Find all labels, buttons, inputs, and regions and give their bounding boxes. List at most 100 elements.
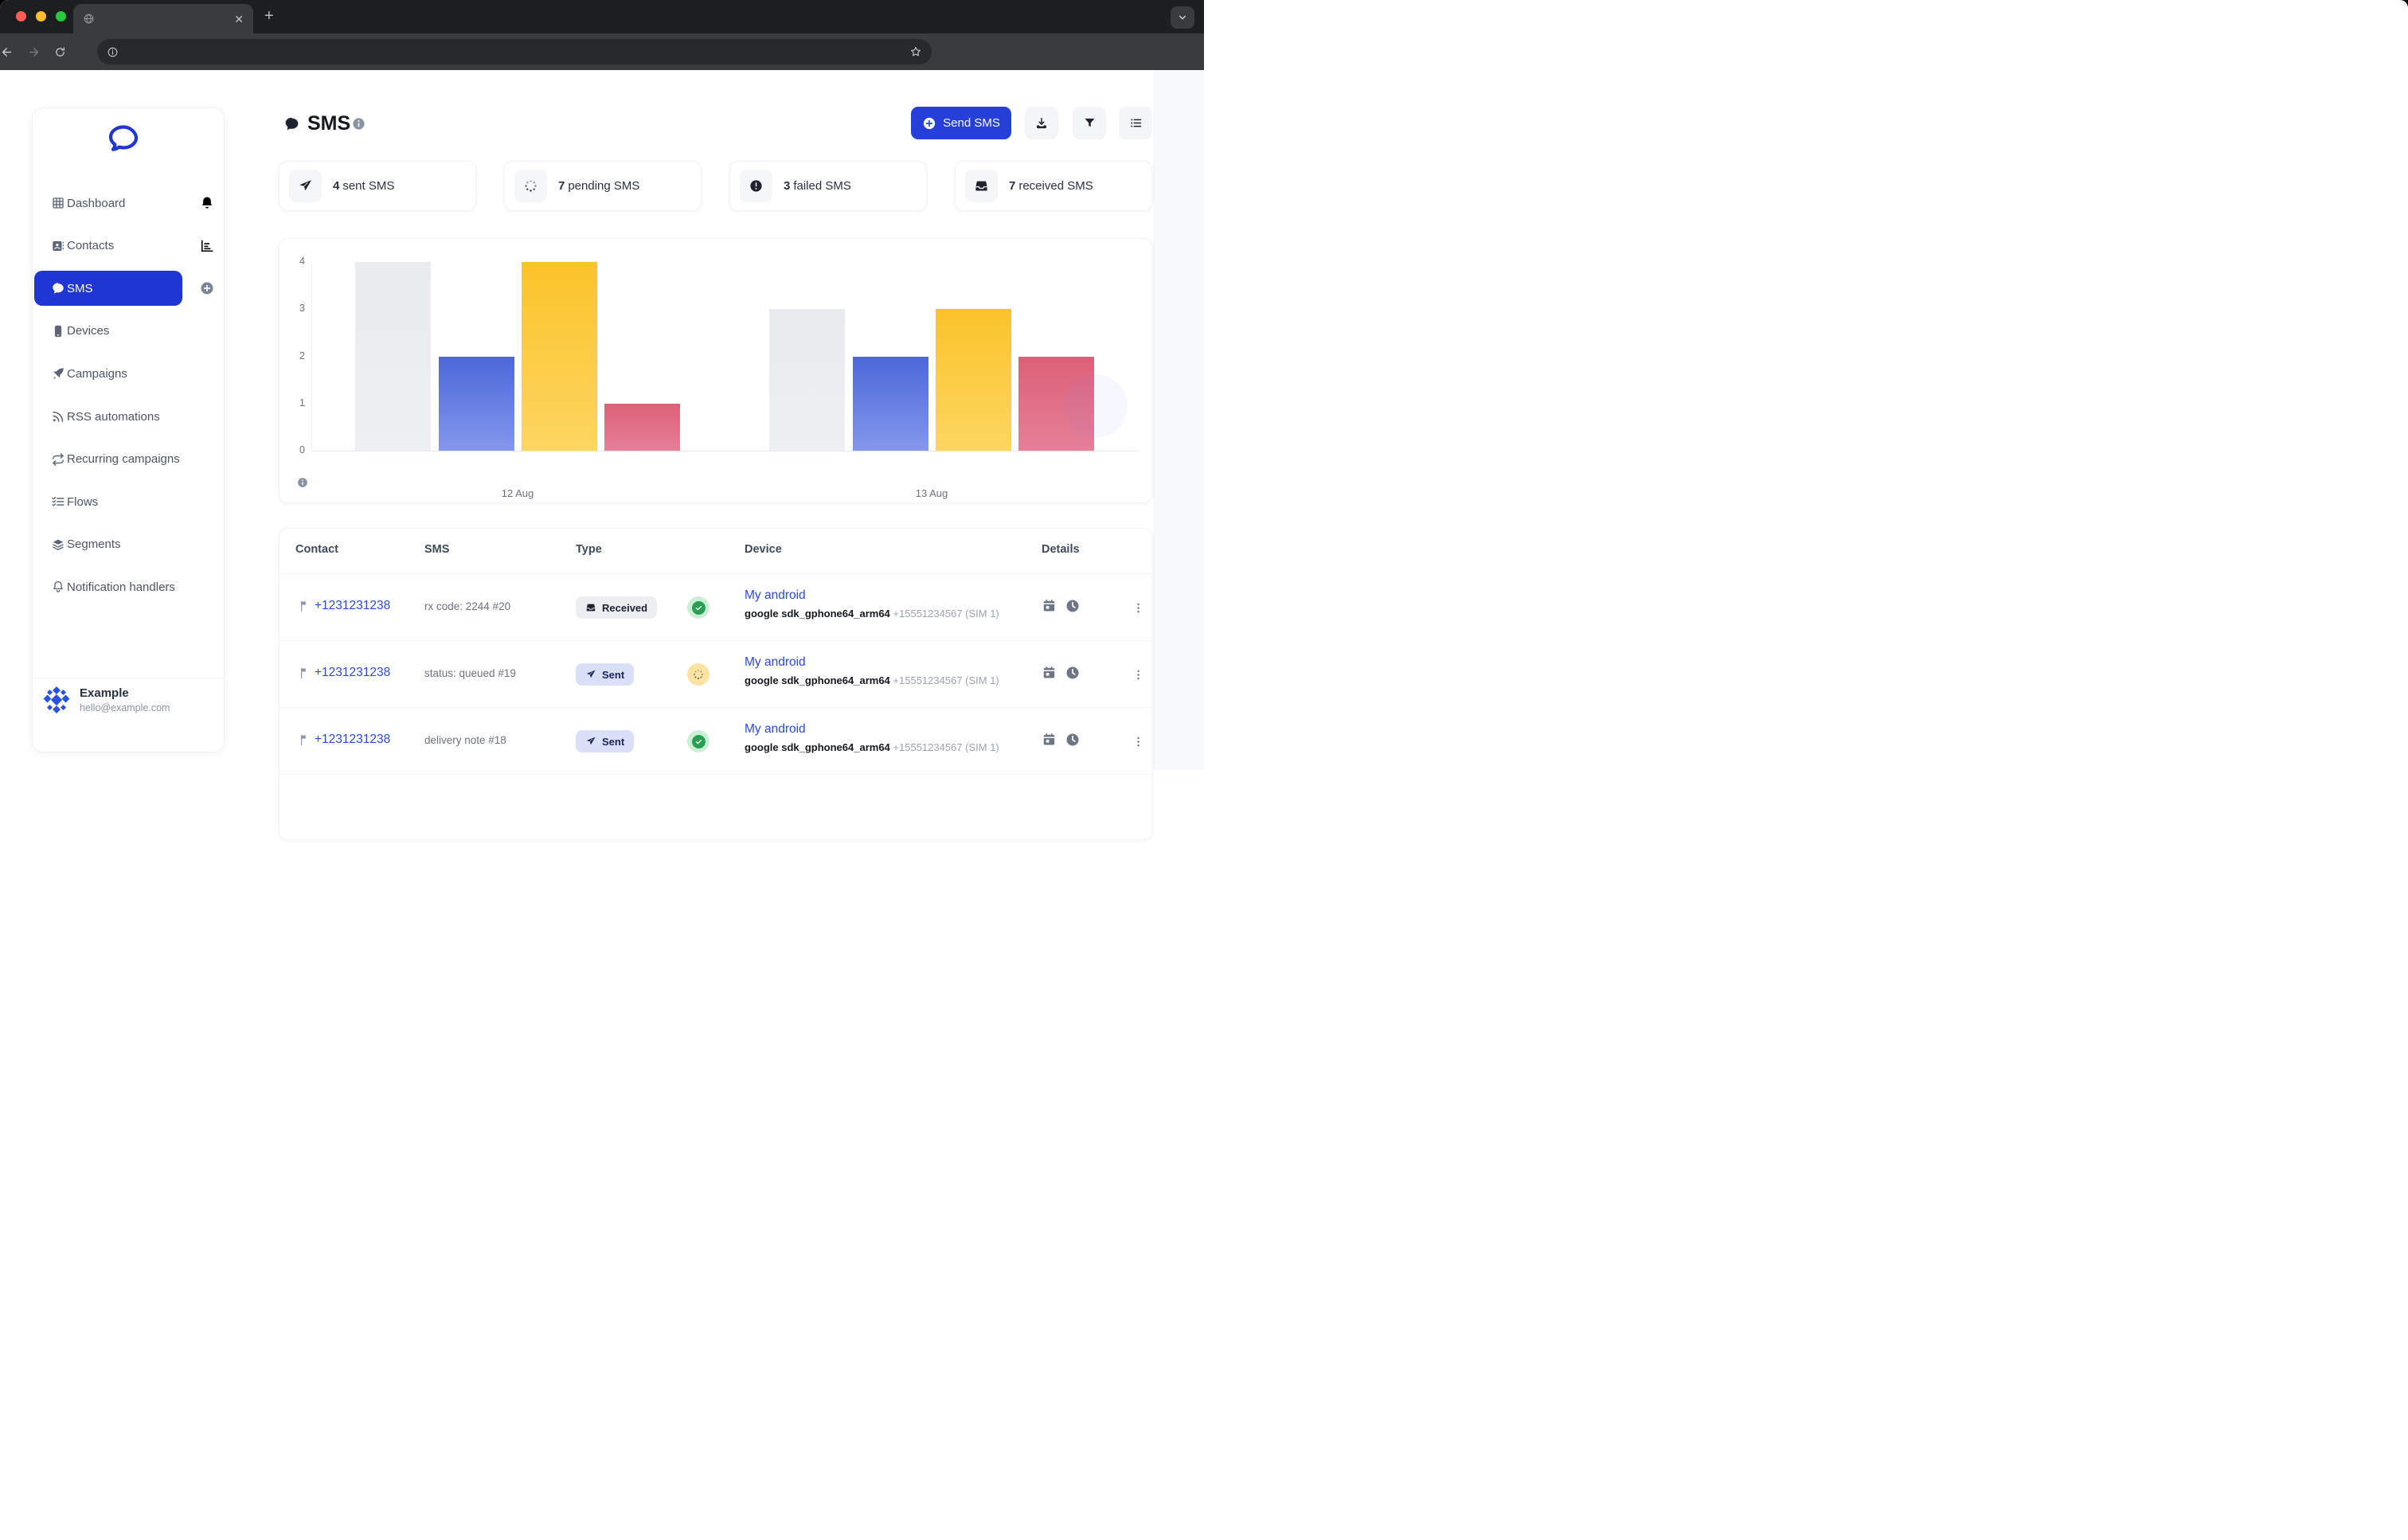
sidebar-item-notification-handlers[interactable]: Notification handlers	[34, 569, 224, 604]
flag-icon	[299, 600, 311, 612]
new-tab-button[interactable]: +	[264, 8, 274, 24]
sidebar-item-rss-automations[interactable]: RSS automations	[34, 399, 224, 434]
inbox-icon	[974, 178, 989, 193]
clock-icon[interactable]	[1065, 665, 1081, 681]
list-icon	[1129, 116, 1143, 130]
sidebar-item-sms[interactable]: SMS	[34, 271, 182, 306]
app-viewport: Dashboard Contacts SMS Devices Campaigns…	[0, 70, 1204, 770]
column-header-device: Device	[745, 543, 782, 556]
device-model: google sdk_gphone64_arm64	[745, 608, 890, 620]
bookmark-star-icon[interactable]	[909, 45, 922, 58]
chat-icon	[51, 281, 65, 295]
forward-button[interactable]	[27, 45, 54, 59]
device-link[interactable]: My android	[745, 722, 806, 737]
bar-received-13-Aug[interactable]	[769, 309, 845, 451]
y-tick-label: 3	[284, 303, 305, 314]
page-header: SMS Send SMS	[279, 107, 1152, 142]
reload-icon	[54, 46, 66, 58]
row-menu-button[interactable]	[1130, 663, 1146, 686]
chart-info-icon[interactable]	[297, 477, 308, 488]
send-icon	[585, 669, 596, 680]
device-link[interactable]: My android	[745, 655, 806, 670]
row-menu-button[interactable]	[1130, 596, 1146, 619]
sidebar-item-campaigns[interactable]: Campaigns	[34, 356, 224, 391]
flag-icon	[299, 666, 311, 679]
site-info-icon[interactable]	[107, 46, 119, 58]
columns-button[interactable]	[1119, 107, 1152, 139]
reload-button[interactable]	[54, 46, 81, 58]
send-icon	[585, 736, 596, 747]
back-button[interactable]	[0, 45, 27, 59]
clock-icon[interactable]	[1065, 598, 1081, 614]
bar-chart-icon	[199, 238, 215, 254]
stat-card-pending-SMS: 7pending SMS	[504, 161, 702, 211]
bar-pending-12-Aug[interactable]	[522, 262, 597, 451]
close-window-button[interactable]	[16, 11, 26, 21]
plus-circle-icon[interactable]	[199, 280, 215, 296]
sms-table: ContactSMSTypeDeviceDetails +1231231238 …	[279, 528, 1152, 840]
bar-received-12-Aug[interactable]	[355, 262, 431, 451]
chat-icon	[283, 115, 300, 132]
flag-icon[interactable]	[299, 666, 311, 679]
sidebar-item-flows[interactable]: Flows	[34, 484, 224, 519]
phone-icon	[51, 324, 65, 338]
bar-pending-13-Aug[interactable]	[936, 309, 1011, 451]
status-success-icon	[687, 596, 710, 619]
clock-icon	[1065, 732, 1081, 748]
chevron-down-icon	[1176, 11, 1189, 24]
bar-chart-icon[interactable]	[199, 238, 215, 254]
table-row: +1231231238 status: queued #19 Sent My a…	[280, 641, 1153, 708]
calendar-icon[interactable]	[1042, 665, 1057, 680]
filter-button[interactable]	[1073, 107, 1106, 139]
contact-phone-link[interactable]: +1231231238	[315, 733, 390, 747]
info-icon	[352, 117, 366, 131]
sidebar-item-devices[interactable]: Devices	[34, 314, 224, 349]
row-menu-button[interactable]	[1130, 730, 1146, 752]
zoom-window-button[interactable]	[56, 11, 66, 21]
sidebar-item-recurring-campaigns[interactable]: Recurring campaigns	[34, 442, 224, 477]
site-info-icon	[107, 46, 119, 58]
arrow-right-icon	[27, 45, 54, 59]
column-header-contact: Contact	[295, 543, 338, 556]
calendar-icon	[1042, 598, 1057, 613]
sidebar-item-segments[interactable]: Segments	[34, 527, 224, 562]
bell-filled-icon[interactable]	[199, 195, 215, 211]
bar-sent-13-Aug[interactable]	[853, 357, 928, 451]
flag-icon[interactable]	[299, 733, 311, 746]
device-model: google sdk_gphone64_arm64	[745, 741, 890, 753]
flag-icon[interactable]	[299, 600, 311, 612]
device-link[interactable]: My android	[745, 588, 806, 603]
repeat-icon	[51, 452, 65, 467]
calendar-icon[interactable]	[1042, 732, 1057, 747]
contact-phone-link[interactable]: +1231231238	[315, 599, 390, 613]
app-logo-icon[interactable]	[108, 124, 139, 156]
account-menu[interactable]: Example hello@example.com	[43, 686, 215, 713]
sms-text: status: queued #19	[424, 667, 516, 679]
calendar-icon[interactable]	[1042, 598, 1057, 613]
browser-tab[interactable]: ✕	[73, 4, 253, 33]
sidebar-item-contacts[interactable]: Contacts	[34, 229, 224, 264]
type-badge: Sent	[576, 663, 634, 686]
y-tick-label: 1	[284, 397, 305, 408]
device-number: +15551234567 (SIM 1)	[893, 608, 999, 620]
sidebar-item-dashboard[interactable]: Dashboard	[34, 186, 224, 221]
y-tick-label: 4	[284, 256, 305, 267]
column-header-sms: SMS	[424, 543, 449, 556]
send-sms-button[interactable]: Send SMS	[911, 107, 1011, 139]
close-tab-icon[interactable]: ✕	[234, 14, 244, 25]
clock-icon[interactable]	[1065, 732, 1081, 748]
bar-failed-12-Aug[interactable]	[604, 404, 680, 451]
bar-sent-12-Aug[interactable]	[439, 357, 514, 451]
info-icon[interactable]	[352, 117, 366, 131]
contact-phone-link[interactable]: +1231231238	[315, 666, 390, 680]
sidebar: Dashboard Contacts SMS Devices Campaigns…	[32, 107, 225, 752]
tab-list-button[interactable]	[1171, 6, 1194, 29]
arrow-left-icon	[0, 45, 27, 59]
download-icon	[1034, 116, 1049, 131]
address-bar[interactable]	[97, 39, 932, 64]
minimize-window-button[interactable]	[36, 11, 46, 21]
rss-icon	[51, 409, 65, 424]
export-button[interactable]	[1025, 107, 1058, 139]
main-content: SMS Send SMS 4sent SMS 7pending SMS 3fai…	[279, 70, 1152, 770]
sms-activity-chart: 4321012 Aug13 Aug	[279, 238, 1152, 503]
